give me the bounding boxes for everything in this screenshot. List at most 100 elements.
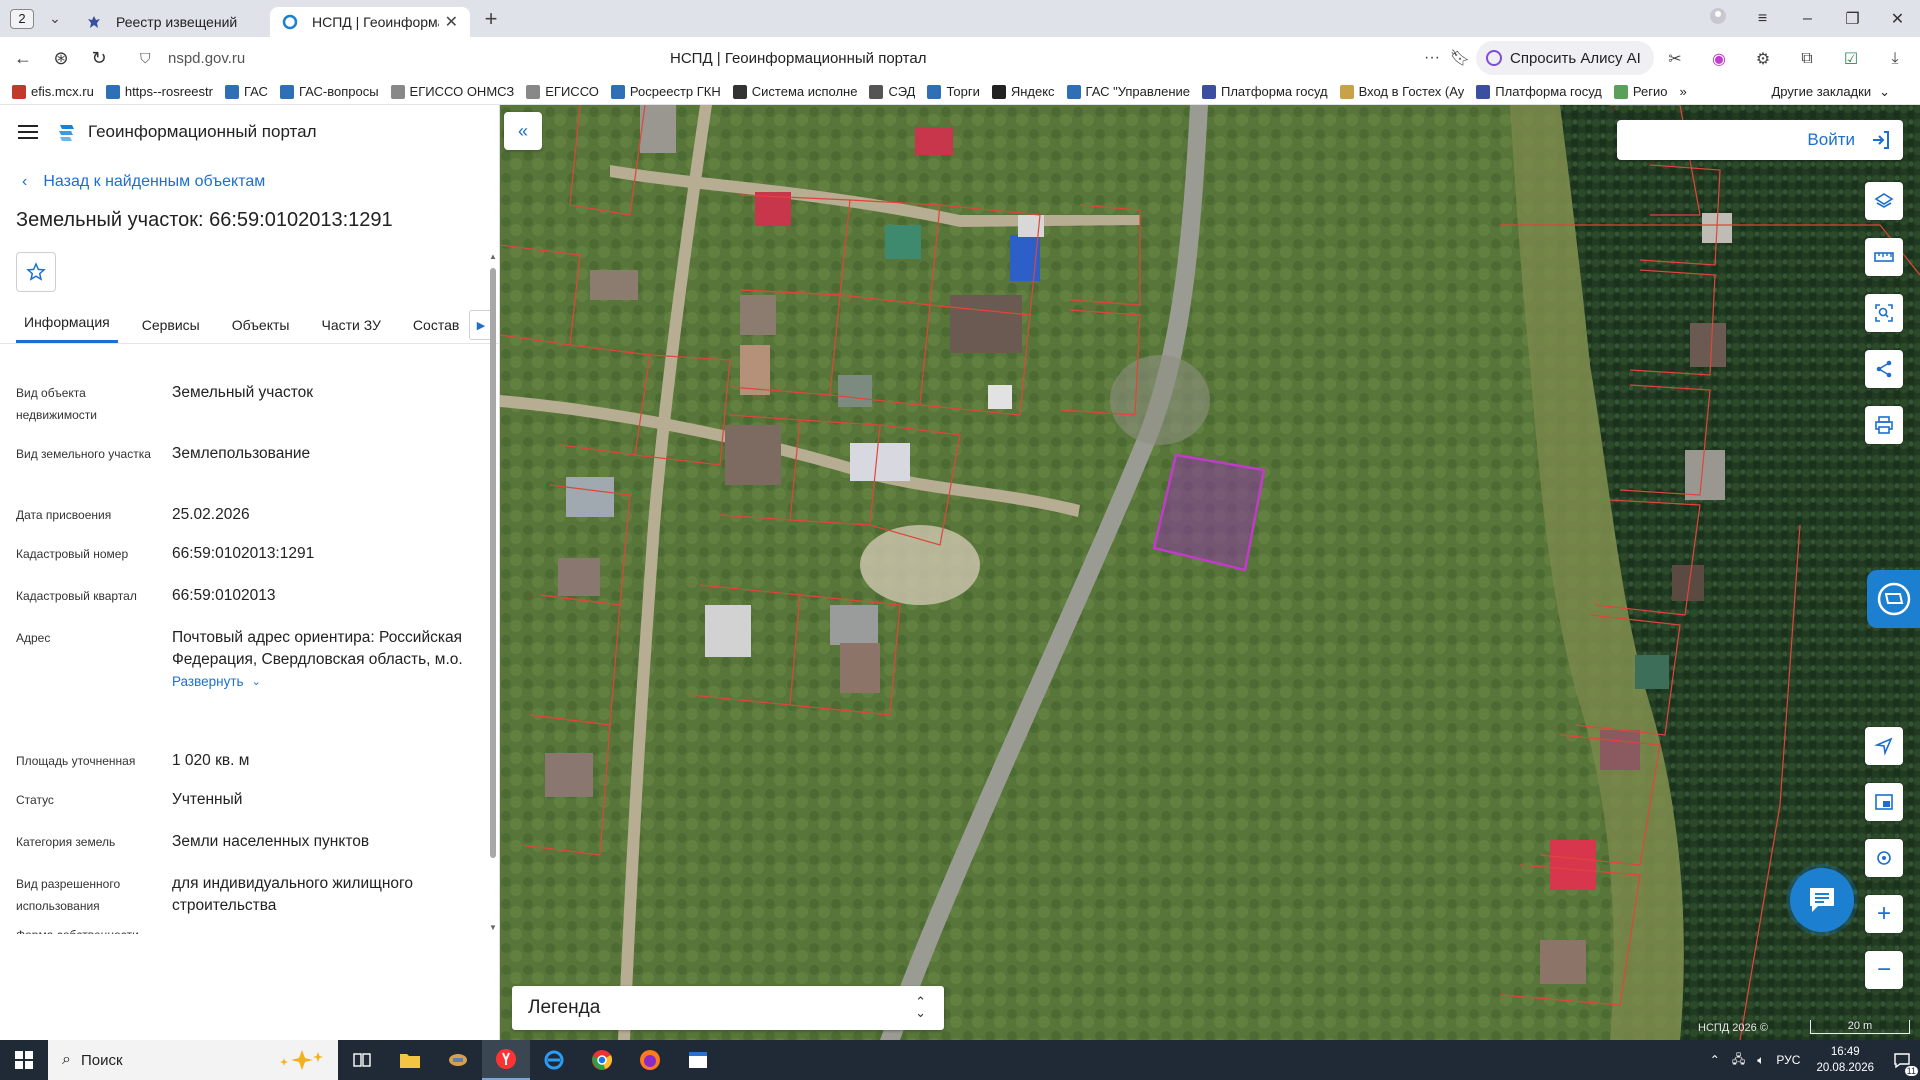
collapse-panel-button[interactable]: « bbox=[504, 112, 542, 150]
collections-icon[interactable]: ⧉ bbox=[1794, 46, 1820, 72]
restore-icon[interactable]: ❐ bbox=[1830, 9, 1875, 29]
extension-icon[interactable]: ✂ bbox=[1662, 46, 1688, 72]
measure-button[interactable] bbox=[1865, 238, 1903, 276]
chrome-icon[interactable] bbox=[578, 1040, 626, 1080]
zoom-in-button[interactable]: + bbox=[1865, 895, 1903, 933]
bookmark-favicon-icon bbox=[732, 84, 747, 99]
bookmark-item[interactable]: СЭД bbox=[869, 84, 915, 99]
task-view-icon[interactable] bbox=[338, 1040, 386, 1080]
more-dots-icon[interactable]: ··· bbox=[1424, 49, 1440, 67]
bookmark-favicon-icon bbox=[1066, 84, 1081, 99]
legend-panel[interactable]: Легенда ⌃ ⌄ bbox=[512, 986, 944, 1030]
extension-icon[interactable]: ☑ bbox=[1838, 46, 1864, 72]
network-icon[interactable]: 🖧︎ bbox=[1732, 1050, 1745, 1071]
notification-center-button[interactable]: 11 bbox=[1884, 1040, 1920, 1080]
bookmark-item[interactable]: ЕГИССО bbox=[526, 84, 599, 99]
bookmark-item[interactable]: Платформа госуд bbox=[1476, 84, 1602, 99]
bookmark-item[interactable]: Вход в Гостех (Ау bbox=[1339, 84, 1464, 99]
search-icon: ⌕ bbox=[62, 1051, 71, 1068]
tray-chevron-up-icon[interactable]: ⌃ bbox=[1710, 1053, 1720, 1067]
windows-start-button[interactable] bbox=[0, 1040, 48, 1080]
reload-icon[interactable]: ↻ bbox=[80, 39, 118, 77]
new-tab-button[interactable]: + bbox=[478, 6, 504, 32]
file-explorer-icon[interactable] bbox=[386, 1040, 434, 1080]
profile-icon[interactable] bbox=[1695, 7, 1740, 30]
property-value: - bbox=[172, 924, 472, 934]
print-button[interactable] bbox=[1865, 406, 1903, 444]
bookmark-item[interactable]: ГАС-вопросы bbox=[279, 84, 379, 99]
firefox-icon[interactable] bbox=[626, 1040, 674, 1080]
bookmark-item[interactable]: ГАС "Управление bbox=[1066, 84, 1190, 99]
system-clock[interactable]: 16:49 20.08.2026 bbox=[1816, 1044, 1874, 1076]
bookmarks-overflow-button[interactable]: » bbox=[1679, 84, 1686, 99]
tab-list-chevron-icon[interactable]: ⌄ bbox=[42, 10, 68, 27]
tab-label: НСПД | Геоинформаци bbox=[312, 13, 439, 30]
bookmark-favicon-icon bbox=[610, 84, 625, 99]
zoom-out-button[interactable]: − bbox=[1865, 951, 1903, 989]
area-select-button[interactable] bbox=[1865, 294, 1903, 332]
app-icon[interactable] bbox=[434, 1040, 482, 1080]
scroll-down-arrow-icon[interactable]: ▼ bbox=[489, 923, 497, 932]
address-page-title: НСПД | Геоинформационный портал bbox=[670, 49, 927, 67]
close-window-icon[interactable]: ✕ bbox=[1875, 9, 1920, 29]
security-shield-icon[interactable]: ⛉ bbox=[140, 50, 162, 67]
bookmark-item[interactable]: Росреестр ГКН bbox=[610, 84, 721, 99]
tab-count-badge[interactable]: 2 bbox=[10, 8, 34, 29]
bookmark-item[interactable]: Регио bbox=[1613, 84, 1667, 99]
basemap-button[interactable] bbox=[1865, 783, 1903, 821]
alice-icon bbox=[1486, 50, 1502, 66]
portal-logo-icon bbox=[59, 125, 74, 141]
bookmark-item[interactable]: ЕГИССО ОНМСЗ bbox=[390, 84, 514, 99]
back-to-results-link[interactable]: ‹ Назад к найденным объектам bbox=[22, 173, 499, 191]
share-button[interactable] bbox=[1865, 350, 1903, 388]
browser-tab-registry[interactable]: Реестр извещений bbox=[74, 7, 264, 37]
hamburger-menu-icon[interactable] bbox=[18, 125, 38, 139]
bookmark-item[interactable]: Система исполне bbox=[732, 84, 857, 99]
browser-tab-nspd[interactable]: НСПД | Геоинформаци ✕ bbox=[270, 6, 470, 37]
satellite-map[interactable] bbox=[500, 105, 1920, 1040]
bookmark-item[interactable]: efis.mcx.ru bbox=[12, 84, 94, 99]
extension-icon[interactable]: ◉ bbox=[1706, 46, 1732, 72]
back-arrow-icon[interactable]: ← bbox=[4, 39, 42, 77]
volume-icon[interactable]: 🔈︎ bbox=[1757, 1053, 1764, 1068]
browser-tab-bar: 2 ⌄ Реестр извещений НСПД | Геоинформаци… bbox=[0, 0, 1920, 37]
bookmark-item[interactable]: https--rosreestr bbox=[105, 84, 213, 99]
assistant-chat-button[interactable] bbox=[1790, 868, 1854, 932]
sparkles-icon bbox=[280, 1050, 323, 1070]
map-scale-bar: 20 m bbox=[1810, 1020, 1910, 1034]
other-bookmarks-folder[interactable]: Другие закладки ⌄ bbox=[1771, 84, 1890, 100]
ask-alice-button[interactable]: Спросить Алису AI bbox=[1476, 41, 1654, 75]
menu-icon[interactable]: ≡ bbox=[1740, 10, 1785, 28]
app-window-icon[interactable] bbox=[674, 1040, 722, 1080]
yandex-protect-icon[interactable]: ⊛ bbox=[42, 39, 80, 77]
bookmark-item[interactable]: Торги bbox=[927, 84, 980, 99]
address-domain: nspd.gov.ru bbox=[168, 49, 246, 67]
extensions-puzzle-icon[interactable]: ⚙ bbox=[1750, 46, 1776, 72]
input-language[interactable]: РУС bbox=[1776, 1053, 1800, 1067]
bookmark-item[interactable]: Яндекс bbox=[991, 84, 1055, 99]
downloads-icon[interactable]: ⤓ bbox=[1882, 46, 1908, 72]
locate-button[interactable] bbox=[1865, 727, 1903, 765]
system-tray: ⌃ 🖧︎ 🔈︎ РУС 16:49 20.08.2026 11 bbox=[1704, 1040, 1920, 1080]
bookmark-item[interactable]: ГАС bbox=[224, 84, 268, 99]
panel-scrollbar[interactable]: ▲ ▼ bbox=[488, 252, 498, 932]
bookmark-item[interactable]: Платформа госуд bbox=[1202, 84, 1328, 99]
tab-label: Реестр извещений bbox=[116, 13, 238, 30]
login-button[interactable]: Войти bbox=[1617, 120, 1903, 160]
bookmark-favicon-icon bbox=[1613, 84, 1628, 99]
close-tab-icon[interactable]: ✕ bbox=[445, 12, 458, 32]
address-bar[interactable]: ⛉ nspd.gov.ru НСПД | Геоинформационный п… bbox=[140, 42, 1470, 74]
taskbar-search-box[interactable]: ⌕ Поиск bbox=[48, 1040, 338, 1080]
bookmark-icon[interactable]: 🔖︎ bbox=[1450, 48, 1470, 68]
ie-browser-icon[interactable] bbox=[530, 1040, 578, 1080]
scrollbar-thumb[interactable] bbox=[490, 268, 496, 858]
scroll-up-arrow-icon[interactable]: ▲ bbox=[489, 252, 497, 261]
layers-icon bbox=[1874, 193, 1894, 208]
support-chat-tab[interactable] bbox=[1867, 570, 1920, 628]
minimize-icon[interactable]: – bbox=[1785, 10, 1830, 28]
geo-search-button[interactable] bbox=[1865, 839, 1903, 877]
layers-button[interactable] bbox=[1865, 182, 1903, 220]
expand-collapse-icon: ⌃ ⌄ bbox=[915, 994, 926, 1020]
yandex-browser-icon[interactable] bbox=[482, 1040, 530, 1080]
notification-count: 11 bbox=[1904, 1066, 1918, 1076]
